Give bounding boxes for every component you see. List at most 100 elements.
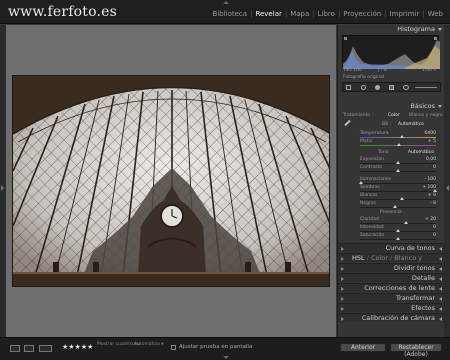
right-panel-toggle-icon[interactable] — [446, 185, 449, 191]
panel-toggle-icon[interactable] — [341, 306, 344, 311]
tone-curve-section[interactable]: Curva de tonos — [338, 243, 445, 252]
contrast-slider-knob[interactable] — [396, 169, 400, 172]
wb-select[interactable]: Automático — [398, 122, 424, 127]
loupe-view-button[interactable] — [10, 345, 20, 352]
detail-section[interactable]: Detalle — [338, 273, 445, 282]
whites-value[interactable]: + 9 — [422, 193, 436, 198]
clarity-value[interactable]: + 20 — [422, 217, 436, 222]
highlights-slider[interactable] — [360, 183, 436, 184]
treatment-color-option[interactable]: Color — [388, 113, 400, 118]
module-libro[interactable]: Libro — [315, 10, 338, 18]
panel-toggle-icon[interactable] — [341, 286, 344, 291]
module-web[interactable]: Web — [425, 10, 446, 18]
transform-section[interactable]: Transformar — [338, 293, 445, 302]
shadows-slider[interactable] — [360, 191, 436, 192]
clarity-slider[interactable] — [360, 223, 436, 224]
graduated-filter-icon[interactable] — [389, 85, 394, 90]
panel-toggle-icon[interactable] — [341, 296, 344, 301]
highlights-value[interactable]: - 100 — [422, 177, 436, 182]
blacks-value[interactable]: - 8 — [422, 201, 436, 206]
hsl-section[interactable]: HSL / Color / Blanco y negro — [338, 253, 445, 271]
tint-value[interactable]: + 5 — [422, 139, 436, 144]
exposure-slider-knob[interactable] — [396, 161, 400, 164]
temp-slider-knob[interactable] — [400, 135, 404, 138]
grid-overlay-label[interactable]: Mostrar cuadrícula — [97, 342, 139, 347]
tool-strip — [342, 82, 441, 92]
whites-slider-knob[interactable] — [400, 197, 404, 200]
brush-slider[interactable] — [415, 87, 437, 88]
highlights-slider-knob[interactable] — [359, 181, 363, 184]
lens-section[interactable]: Correcciones de lente — [338, 283, 445, 292]
panel-toggle-icon[interactable] — [341, 316, 344, 321]
module-biblioteca[interactable]: Biblioteca — [210, 10, 251, 18]
histogram-header[interactable]: Histograma — [338, 25, 445, 34]
expand-icon[interactable] — [439, 276, 442, 281]
tone-label: Tono — [378, 150, 389, 155]
whites-label: Blancos — [360, 193, 378, 198]
expand-icon[interactable] — [439, 296, 442, 301]
tint-slider-knob[interactable] — [397, 143, 401, 146]
panel-toggle-icon[interactable] — [341, 246, 344, 251]
treatment-bw-option[interactable]: Blanco y negro — [409, 113, 443, 118]
expand-icon[interactable] — [439, 246, 442, 251]
hsl-tab[interactable]: HSL — [352, 254, 365, 262]
reset-button[interactable]: Restablecer (Adobe) — [390, 343, 442, 358]
top-panel-toggle-icon[interactable] — [223, 1, 229, 4]
module-mapa[interactable]: Mapa — [287, 10, 312, 18]
clipping-highlight-icon[interactable] — [434, 37, 437, 40]
red-eye-icon[interactable] — [375, 85, 380, 90]
eyedropper-icon[interactable] — [344, 119, 351, 127]
temp-slider[interactable] — [360, 137, 436, 138]
spot-removal-icon[interactable] — [361, 85, 366, 90]
temp-value[interactable]: 6400 — [422, 131, 436, 136]
histogram-iso: ISO 100 — [344, 68, 362, 73]
panel-toggle-icon[interactable] — [341, 266, 344, 271]
expand-icon[interactable] — [439, 286, 442, 291]
tone-auto-button[interactable]: Automático — [408, 150, 434, 155]
exposure-value[interactable]: 0,00 — [422, 157, 436, 162]
contrast-value[interactable]: 0 — [422, 165, 436, 170]
vibrance-slider-knob[interactable] — [396, 229, 400, 232]
module-imprimir[interactable]: Imprimir — [387, 10, 423, 18]
wb-label: BB : — [382, 122, 392, 127]
radial-filter-icon[interactable] — [403, 85, 409, 90]
shadows-slider-knob[interactable] — [433, 189, 437, 192]
vibrance-value[interactable]: 0 — [422, 225, 436, 230]
bottom-panel-toggle-icon[interactable] — [223, 356, 229, 359]
module-proyeccion[interactable]: Proyección — [340, 10, 384, 18]
basic-header[interactable]: Básicos — [338, 102, 445, 111]
grid-overlay-select[interactable]: Automático ▾ — [134, 342, 164, 347]
rating-stars[interactable]: ★★★★★ — [62, 343, 93, 351]
saturation-value[interactable]: 0 — [422, 233, 436, 238]
collapse-icon[interactable] — [438, 105, 442, 108]
module-picker: Biblioteca | Revelar | Mapa | Libro | Proyec… — [210, 10, 446, 18]
blacks-slider-knob[interactable] — [393, 205, 397, 208]
whites-slider[interactable] — [360, 199, 436, 200]
saturation-slider-knob[interactable] — [396, 237, 400, 240]
compare-view-button[interactable] — [39, 345, 52, 352]
grid-crop-icon[interactable] — [346, 85, 351, 90]
blacks-slider[interactable] — [360, 207, 436, 208]
panel-toggle-icon[interactable] — [341, 276, 344, 281]
before-after-button[interactable] — [24, 345, 34, 352]
right-panel: Histograma ISO 100 ƒ / 8 1/60 s Fotograf… — [337, 25, 445, 337]
clarity-slider-knob[interactable] — [404, 221, 408, 224]
photo-preview[interactable] — [12, 75, 330, 287]
expand-icon[interactable] — [439, 256, 442, 261]
color-tab[interactable]: Color — [371, 254, 388, 262]
module-revelar[interactable]: Revelar — [252, 10, 284, 18]
previous-button[interactable]: Anterior — [340, 343, 386, 352]
collapse-icon[interactable] — [438, 28, 442, 31]
left-panel-toggle-icon[interactable] — [1, 185, 4, 191]
effects-section[interactable]: Efectos — [338, 303, 445, 312]
calibration-section[interactable]: Calibración de cámara — [338, 313, 445, 322]
clipping-shadow-icon[interactable] — [344, 37, 347, 40]
right-panel-strip[interactable] — [444, 25, 450, 337]
panel-toggle-icon[interactable] — [341, 256, 344, 261]
split-toning-section[interactable]: Dividir tonos — [338, 263, 445, 272]
soft-proof-checkbox[interactable] — [171, 345, 176, 350]
expand-icon[interactable] — [439, 316, 442, 321]
expand-icon[interactable] — [439, 306, 442, 311]
soft-proof-label[interactable]: Ajustar prueba en pantalla — [179, 344, 252, 350]
expand-icon[interactable] — [439, 266, 442, 271]
